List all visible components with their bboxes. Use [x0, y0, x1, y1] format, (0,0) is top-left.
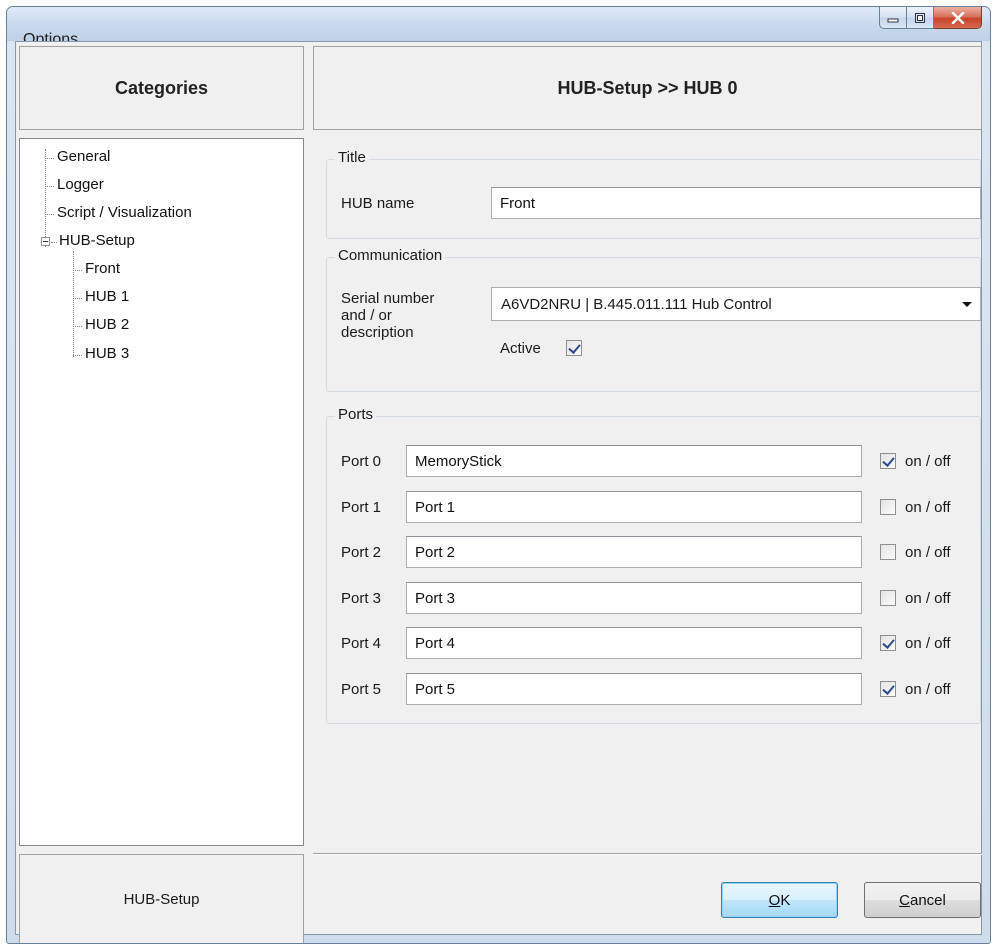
serial-number-value: A6VD2NRU | B.445.011.111 Hub Control: [501, 295, 772, 313]
ok-button[interactable]: OK: [721, 882, 838, 918]
title-bar[interactable]: Options: [7, 7, 990, 48]
serial-number-dropdown[interactable]: A6VD2NRU | B.445.011.111 Hub Control: [491, 287, 981, 321]
tree-line: [73, 355, 82, 356]
port-on-off-label: on / off: [905, 681, 951, 698]
port-label: Port 2: [341, 544, 382, 561]
port-on-off-checkbox[interactable]: [880, 544, 896, 560]
tree-line: [45, 158, 54, 159]
port-name-input[interactable]: [406, 582, 862, 614]
ports-group-legend: Ports: [335, 406, 377, 423]
port-on-off-checkbox[interactable]: [880, 635, 896, 651]
minimize-icon: [887, 18, 899, 22]
tree-item-script-visualization[interactable]: Script / Visualization: [57, 204, 192, 221]
options-window: Options Categories General Logger Script…: [6, 6, 991, 944]
port-on-off-label: on / off: [905, 590, 951, 607]
port-on-off-label: on / off: [905, 544, 951, 561]
collapse-icon[interactable]: [41, 237, 50, 246]
port-name-input[interactable]: [406, 445, 862, 477]
tree-item-hub-3[interactable]: HUB 3: [85, 345, 129, 362]
cancel-label-rest: ancel: [909, 891, 946, 909]
tree-line: [45, 149, 46, 247]
ok-accelerator: O: [768, 891, 781, 909]
port-on-off-label: on / off: [905, 499, 951, 516]
client-area: Categories General Logger Script / Visua…: [15, 41, 982, 943]
tree-line: [73, 326, 82, 327]
cancel-label: Cancel: [899, 892, 946, 909]
hub-name-label: HUB name: [341, 195, 415, 212]
tree-item-hub-1[interactable]: HUB 1: [85, 288, 129, 305]
maximize-button[interactable]: [907, 7, 934, 29]
port-on-off-label: on / off: [905, 635, 951, 652]
port-name-input[interactable]: [406, 491, 862, 523]
port-label: Port 5: [341, 681, 382, 698]
tree-item-hub-setup[interactable]: HUB-Setup: [59, 232, 135, 249]
port-on-off-checkbox[interactable]: [880, 453, 896, 469]
page-title: HUB-Setup >> HUB 0: [313, 46, 982, 130]
port-on-off-label: on / off: [905, 453, 951, 470]
communication-group-legend: Communication: [335, 247, 446, 264]
chevron-down-icon: [962, 302, 972, 307]
serial-label-line-1: Serial number: [341, 290, 435, 307]
cancel-accelerator: C: [899, 891, 910, 909]
footer-separator: [313, 853, 982, 855]
tree-line: [73, 298, 82, 299]
categories-tree[interactable]: General Logger Script / Visualization HU…: [19, 138, 304, 846]
tree-line: [51, 242, 57, 243]
port-on-off-checkbox[interactable]: [880, 590, 896, 606]
ok-label-rest: K: [780, 891, 791, 909]
port-label: Port 4: [341, 635, 382, 652]
ok-label: OK: [769, 892, 791, 909]
tree-item-front[interactable]: Front: [85, 260, 120, 277]
tree-item-logger[interactable]: Logger: [57, 176, 104, 193]
close-icon: [951, 11, 964, 24]
maximize-icon: [915, 12, 925, 23]
tree-item-general[interactable]: General: [57, 148, 110, 165]
serial-number-label: Serial number and / or description: [341, 290, 434, 341]
active-checkbox[interactable]: [566, 340, 582, 356]
cancel-button[interactable]: Cancel: [864, 882, 981, 918]
tree-item-hub-2[interactable]: HUB 2: [85, 316, 129, 333]
tree-line: [73, 270, 82, 271]
port-label: Port 3: [341, 590, 382, 607]
port-on-off-checkbox[interactable]: [880, 499, 896, 515]
hub-name-input[interactable]: [491, 187, 981, 219]
title-group-legend: Title: [335, 149, 369, 166]
port-name-input[interactable]: [406, 673, 862, 705]
serial-label-line-2: and / or: [341, 307, 392, 324]
tree-line: [45, 214, 54, 215]
caption-buttons: [879, 7, 982, 29]
port-name-input[interactable]: [406, 627, 862, 659]
categories-header: Categories: [19, 46, 304, 130]
selected-category-label: HUB-Setup: [19, 854, 304, 943]
serial-label-line-3: description: [341, 324, 414, 341]
port-label: Port 0: [341, 453, 382, 470]
tree-line: [45, 186, 54, 187]
active-label: Active: [500, 340, 541, 357]
close-button[interactable]: [934, 7, 982, 29]
port-label: Port 1: [341, 499, 382, 516]
port-name-input[interactable]: [406, 536, 862, 568]
minimize-button[interactable]: [879, 7, 907, 29]
port-on-off-checkbox[interactable]: [880, 681, 896, 697]
tree-line: [73, 251, 74, 357]
